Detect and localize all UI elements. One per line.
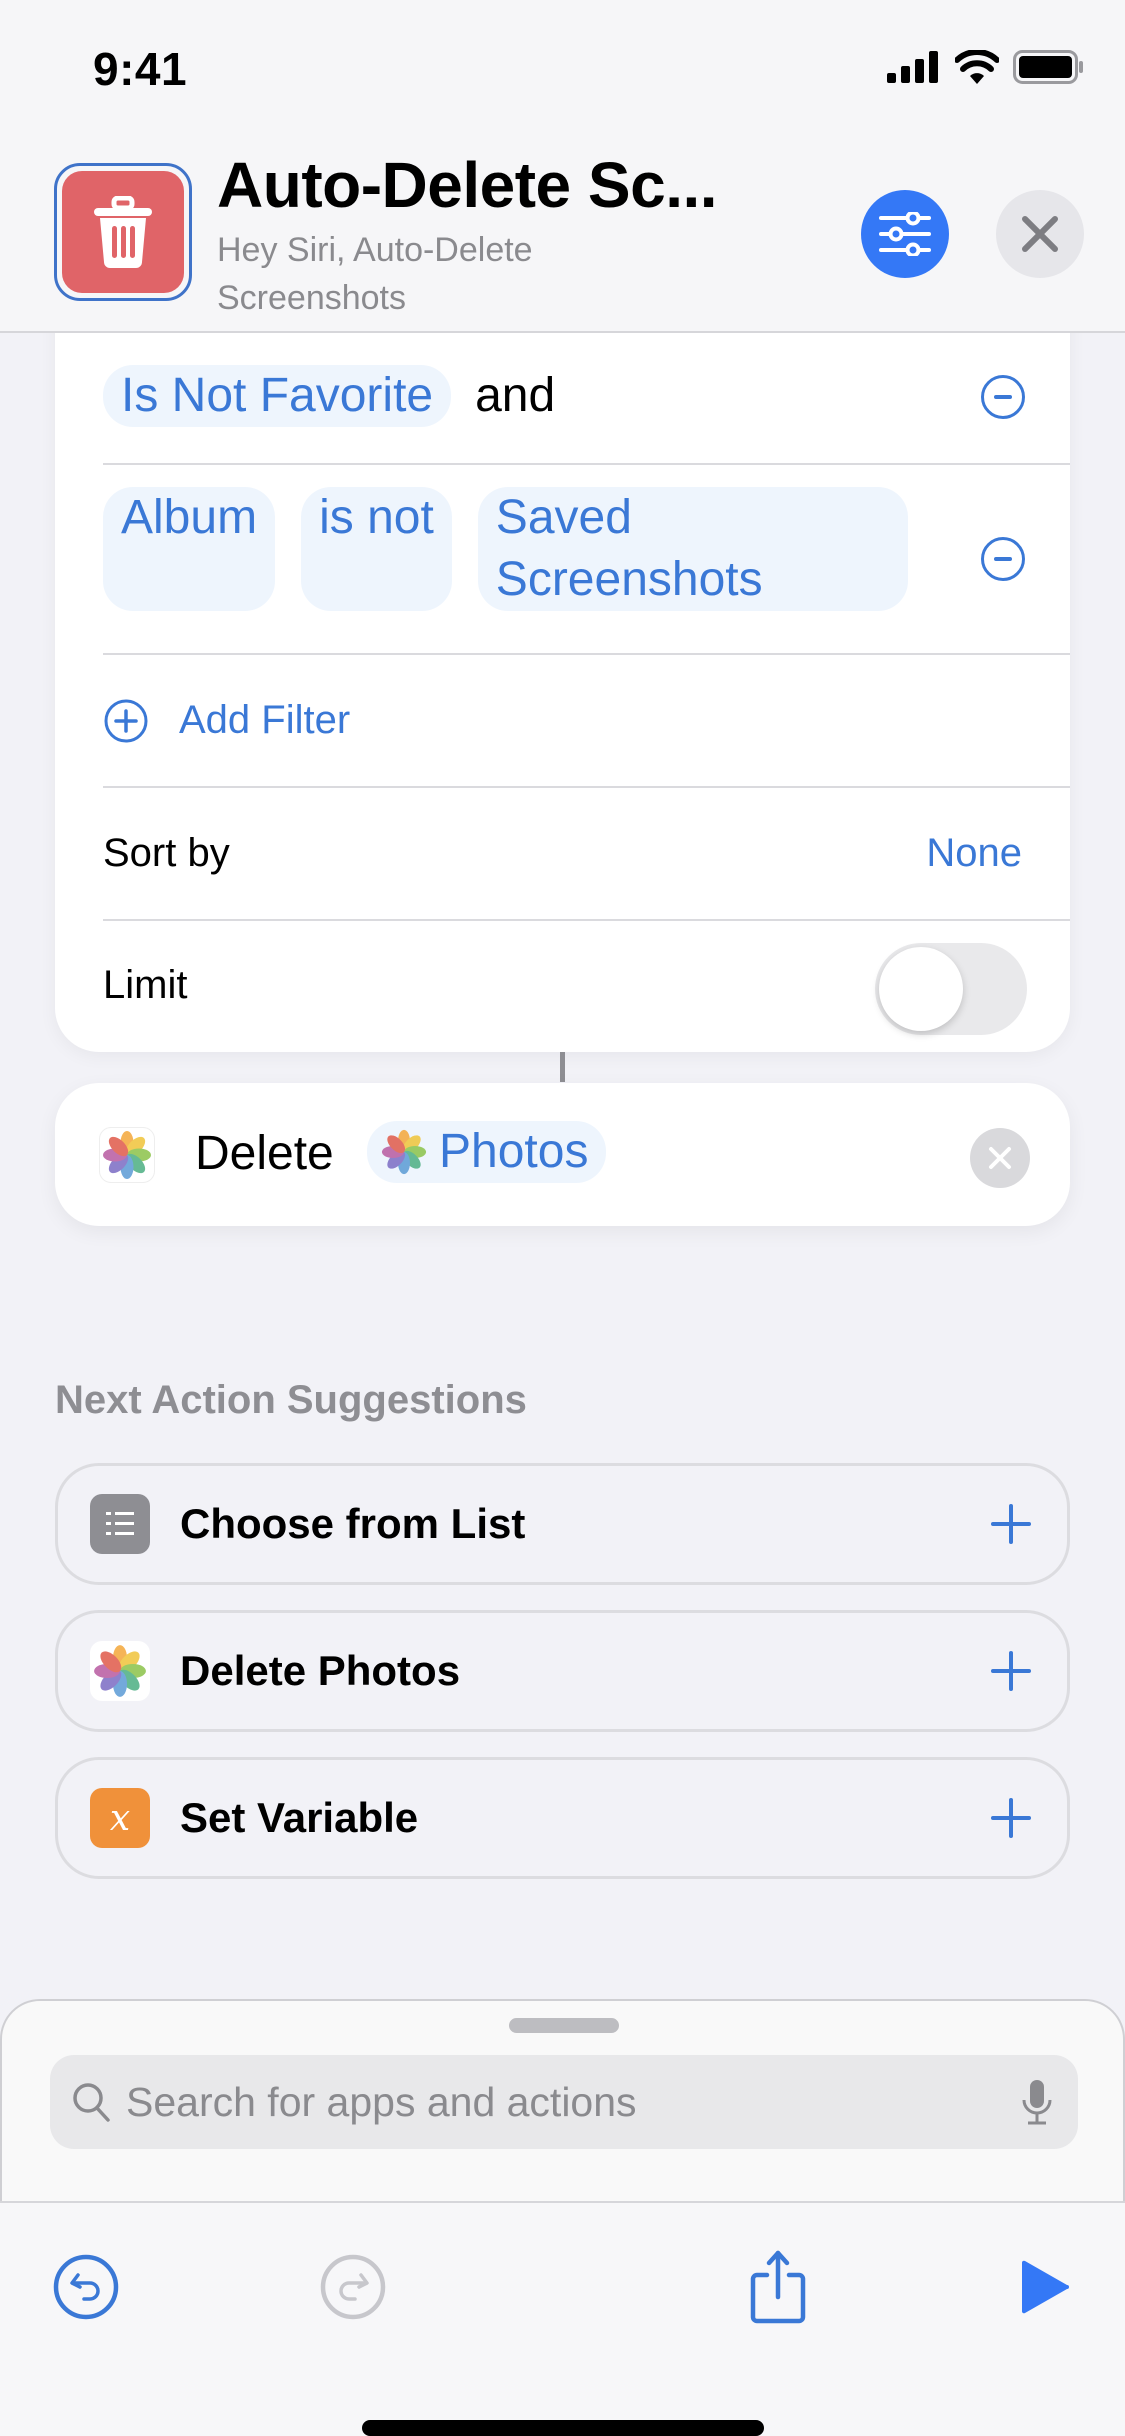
suggestions-title: Next Action Suggestions xyxy=(55,1378,527,1422)
shortcut-title[interactable]: Auto-Delete Sc... xyxy=(217,148,718,222)
search-field[interactable] xyxy=(50,2055,1078,2149)
sort-by-label: Sort by xyxy=(103,831,230,875)
action-search-sheet xyxy=(0,1999,1125,2201)
battery-icon xyxy=(1013,50,1083,84)
limit-toggle[interactable] xyxy=(875,943,1027,1035)
suggestion-item[interactable]: Delete Photos xyxy=(55,1610,1070,1732)
redo-button[interactable] xyxy=(313,2247,393,2327)
sort-by-row[interactable]: Sort by None xyxy=(103,788,1070,921)
suggestion-item[interactable]: x Set Variable xyxy=(55,1757,1070,1879)
filter-operator-chip[interactable]: is not xyxy=(301,487,452,611)
shortcut-header: 9:41 Auto-Delete Sc... Hey Siri, Auto-De… xyxy=(0,0,1125,333)
filter-property-chip[interactable]: Album xyxy=(103,487,276,611)
share-button[interactable] xyxy=(738,2247,818,2327)
photos-variable-chip[interactable]: Photos xyxy=(367,1121,607,1183)
trash-icon xyxy=(94,196,152,268)
undo-button[interactable] xyxy=(46,2247,126,2327)
remove-filter-icon[interactable] xyxy=(981,375,1025,419)
sliders-icon xyxy=(879,212,931,256)
play-icon xyxy=(1021,2260,1069,2314)
limit-label: Limit xyxy=(103,963,188,1007)
add-filter-row[interactable]: Add Filter xyxy=(103,655,1070,788)
add-circle-icon xyxy=(104,699,148,742)
variable-glyph: x xyxy=(109,1797,131,1839)
filter-condition-chip[interactable]: Is Not Favorite xyxy=(103,365,452,427)
suggestion-label: Delete Photos xyxy=(180,1647,461,1694)
search-icon xyxy=(73,2083,110,2122)
home-indicator xyxy=(362,2420,764,2436)
remove-filter-icon[interactable] xyxy=(981,537,1025,581)
search-input[interactable] xyxy=(126,2078,1020,2126)
filter-value-chip[interactable]: Saved Screenshots xyxy=(477,487,908,611)
status-bar: 9:41 xyxy=(0,0,1125,140)
close-icon xyxy=(989,1147,1011,1169)
suggestion-label: Set Variable xyxy=(180,1794,419,1841)
status-time: 9:41 xyxy=(93,43,188,95)
photos-variable-label: Photos xyxy=(439,1125,589,1178)
siri-phrase: Hey Siri, Auto-Delete Screenshots xyxy=(217,231,533,317)
sheet-grabber[interactable] xyxy=(509,2018,619,2033)
cellular-signal-icon xyxy=(887,51,938,83)
undo-icon xyxy=(53,2254,119,2320)
add-filter-button[interactable]: Add Filter xyxy=(179,698,350,743)
delete-verb: Delete xyxy=(195,1127,334,1180)
photos-icon xyxy=(90,1641,150,1701)
photos-app-icon xyxy=(99,1127,155,1183)
run-button[interactable] xyxy=(1005,2247,1085,2327)
photos-icon xyxy=(381,1129,427,1175)
suggestion-item[interactable]: Choose from List xyxy=(55,1463,1070,1585)
toggle-knob xyxy=(879,947,963,1031)
delete-photos-action-card: Delete Photos xyxy=(55,1083,1070,1226)
shortcut-icon-button[interactable] xyxy=(54,163,192,301)
shortcut-settings-button[interactable] xyxy=(861,190,949,278)
redo-icon xyxy=(320,2254,386,2320)
status-icons xyxy=(887,50,1085,84)
add-icon[interactable] xyxy=(991,1798,1031,1838)
add-icon[interactable] xyxy=(991,1651,1031,1691)
action-connector xyxy=(560,1052,565,1082)
remove-action-button[interactable] xyxy=(970,1128,1030,1188)
sort-by-value[interactable]: None xyxy=(926,831,1022,876)
add-icon[interactable] xyxy=(991,1504,1031,1544)
filter-row: Album is not Saved Screenshots xyxy=(103,465,1070,655)
filter-conjunction[interactable]: and xyxy=(475,365,555,427)
list-icon xyxy=(90,1494,150,1554)
app-icon-tile xyxy=(62,171,184,293)
suggestion-label: Choose from List xyxy=(180,1500,526,1547)
photos-icon xyxy=(103,1131,151,1179)
share-icon xyxy=(750,2250,806,2324)
variable-icon: x xyxy=(90,1788,150,1848)
close-button[interactable] xyxy=(996,190,1084,278)
limit-row: Limit xyxy=(103,921,1070,1052)
close-icon xyxy=(1022,216,1058,252)
microphone-icon[interactable] xyxy=(1020,2078,1054,2126)
editor-toolbar xyxy=(0,2201,1125,2436)
wifi-icon xyxy=(955,50,999,84)
find-photos-action-card: Is Not Favorite and Album is not Saved S… xyxy=(55,300,1070,1052)
